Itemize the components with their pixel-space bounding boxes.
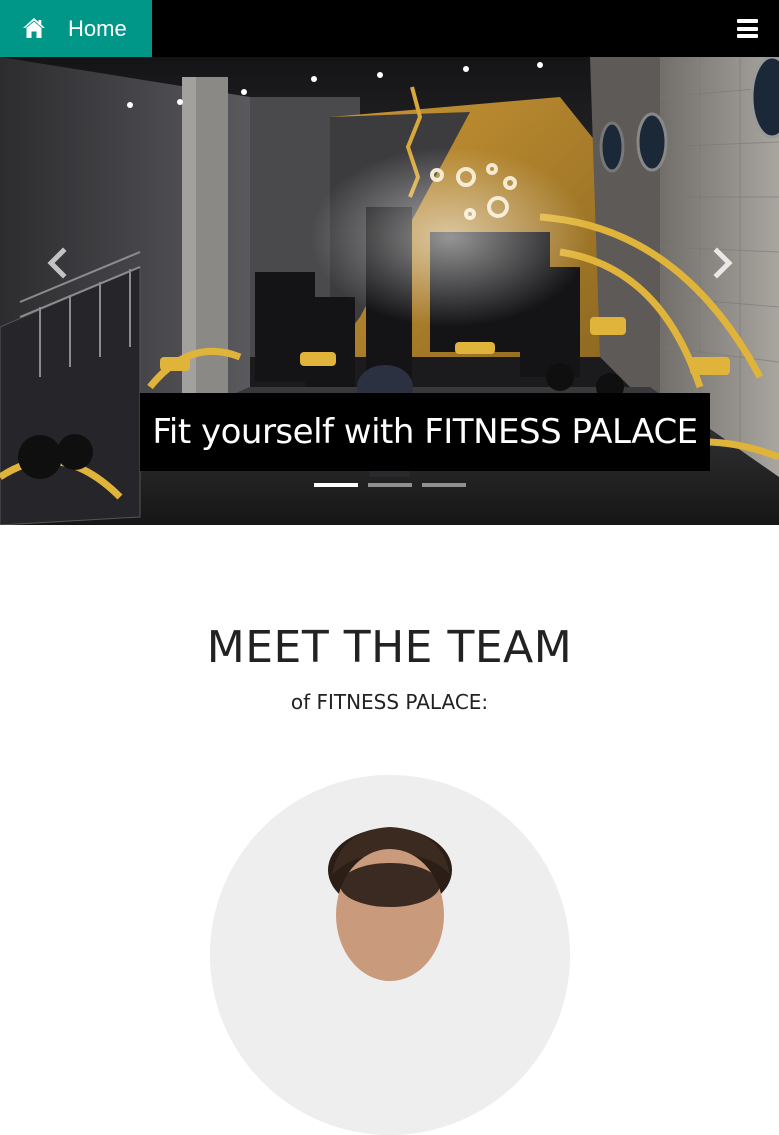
carousel-indicator-1[interactable] [314,483,358,487]
carousel-indicators [314,483,466,487]
chevron-right-icon[interactable] [708,245,738,281]
team-member-portrait [210,775,570,1135]
team-subheading: of FITNESS PALACE: [290,690,489,714]
carousel-indicator-3[interactable] [422,483,466,487]
home-nav-label: Home [68,16,127,41]
hamburger-menu-icon[interactable] [737,19,758,38]
home-nav-link[interactable]: Home [0,0,152,57]
chevron-left-icon[interactable] [42,245,72,281]
hero-caption: Fit yourself with FITNESS PALACE [140,393,710,471]
top-navbar: Home [0,0,779,57]
home-icon [23,18,45,38]
hero-caption-text: Fit yourself with FITNESS PALACE [152,412,698,452]
carousel-indicator-2[interactable] [368,483,412,487]
hero-carousel: Fit yourself with FITNESS PALACE [0,57,779,525]
team-heading: MEET THE TEAM [206,622,573,673]
